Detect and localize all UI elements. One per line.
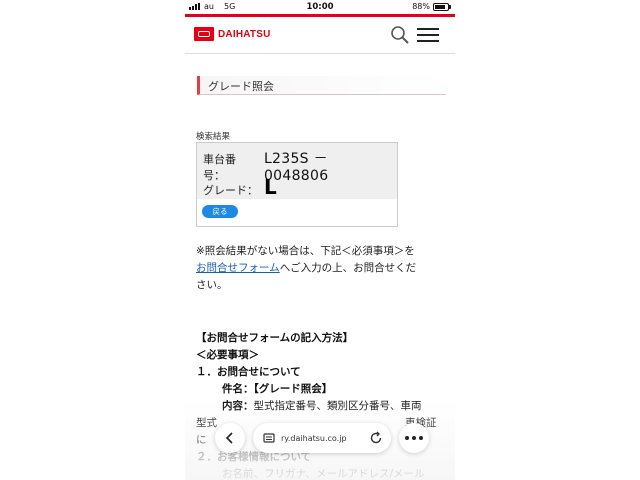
instructions-heading: 【お問合せフォームの記入方法】: [196, 332, 354, 344]
back-button[interactable]: 戻る: [202, 205, 238, 218]
note-line3: さい。: [196, 279, 228, 291]
hamburger-menu-icon[interactable]: [417, 24, 439, 44]
battery-percent: 88%: [412, 2, 430, 11]
more-icon[interactable]: [399, 423, 429, 453]
search-result-label: 検索結果: [196, 132, 231, 142]
item1-heading: １．お問合せについて: [196, 366, 301, 378]
section-title: グレード照会: [197, 76, 446, 95]
inquiry-form-link[interactable]: お問合せフォーム: [196, 262, 280, 274]
address-bar[interactable]: ry.daihatsu.co.jp: [253, 423, 391, 453]
chassis-value: L235S － 0048806: [263, 151, 329, 184]
subject-line: 件名：【グレード照会】: [222, 383, 333, 395]
content-text: 型式指定番号、類別区分番号、車両: [253, 400, 422, 412]
partial-text-1: 型式: [196, 417, 217, 429]
phone-screen: au 5G 10:00 88% DAIHATSU グレード照会 検索結果 車台番…: [185, 0, 455, 480]
status-bar: au 5G 10:00 88%: [185, 0, 455, 14]
grade-label: グレード：: [203, 184, 258, 197]
item2-detail: お名前、フリガナ、メールアドレス/メール: [222, 468, 425, 480]
section-title-text: グレード照会: [208, 80, 274, 93]
url-text[interactable]: ry.daihatsu.co.jp: [281, 434, 369, 443]
search-icon[interactable]: [390, 25, 410, 45]
grade-row: グレード： L: [203, 175, 277, 199]
daihatsu-mark-icon: [194, 27, 214, 41]
site-header: DAIHATSU: [185, 17, 455, 54]
result-box: 車台番号： L235S － 0048806 グレード： L 戻る: [196, 142, 398, 227]
content-label: 内容：: [222, 400, 254, 412]
form-instructions: 【お問合せフォームの記入方法】 ＜必要事項＞ １．お問合せについて 件名：【グレ…: [196, 330, 446, 480]
note-line2: へご入力の上、お問合せくだ: [279, 262, 417, 274]
note-line1: ※照会結果がない場合は、下記＜必須事項＞を: [196, 245, 415, 257]
battery-icon: [433, 2, 451, 11]
reader-icon[interactable]: [263, 432, 275, 444]
required-items-heading: ＜必要事項＞: [196, 349, 259, 361]
back-chevron-icon[interactable]: [215, 423, 245, 453]
grade-value: L: [264, 175, 277, 199]
browser-toolbar: ry.daihatsu.co.jp: [215, 421, 445, 455]
logo-text: DAIHATSU: [218, 28, 271, 40]
daihatsu-logo[interactable]: DAIHATSU: [194, 27, 271, 41]
result-panel: 車台番号： L235S － 0048806 グレード： L: [197, 143, 397, 199]
no-result-note: ※照会結果がない場合は、下記＜必須事項＞を お問合せフォームへご入力の上、お問合…: [196, 243, 444, 294]
reload-icon[interactable]: [369, 431, 383, 445]
